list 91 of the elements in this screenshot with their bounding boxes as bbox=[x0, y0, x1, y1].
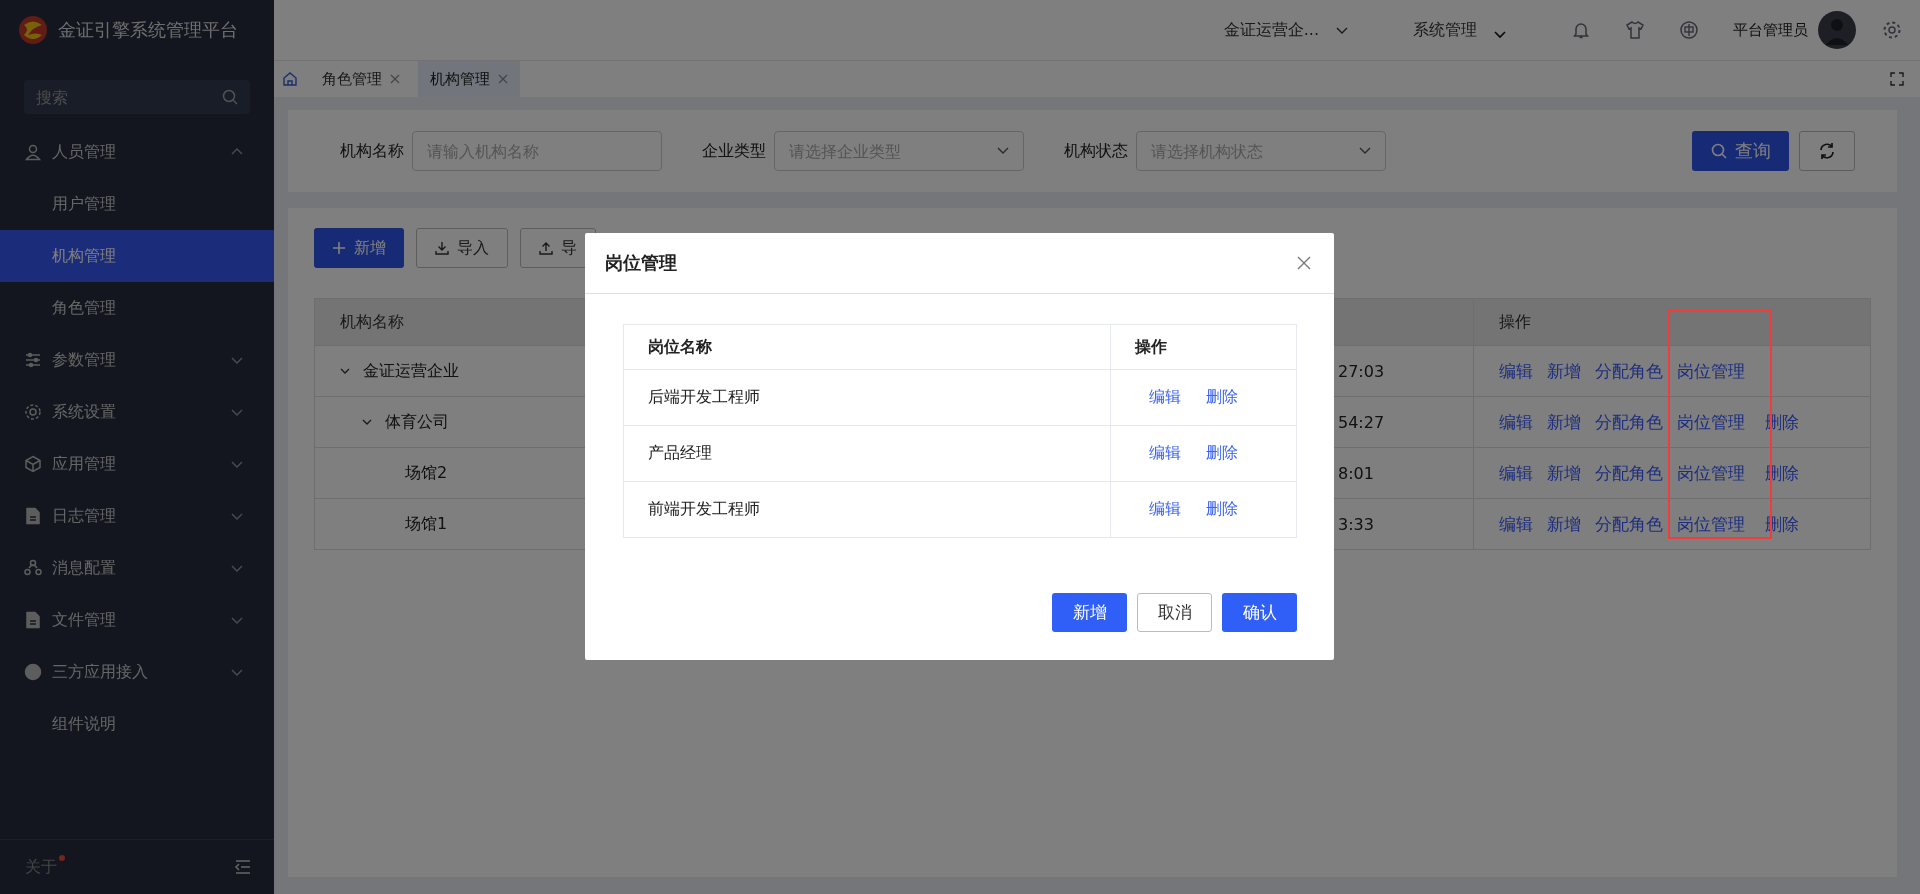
submenu-item[interactable]: 角色管理 bbox=[0, 282, 274, 334]
column-header: 岗位名称 bbox=[624, 325, 1110, 370]
submenu-item[interactable]: 机构管理 bbox=[0, 230, 274, 282]
column-header: 操作 bbox=[1110, 325, 1296, 370]
action-link[interactable]: 删除 bbox=[1206, 499, 1238, 520]
menu-item[interactable]: 应用管理 bbox=[0, 438, 274, 490]
table-cell: 场馆2 bbox=[405, 462, 448, 484]
action-link[interactable]: 编辑 bbox=[1499, 512, 1533, 536]
menu-icon bbox=[24, 455, 42, 473]
menu-item[interactable]: 文件管理 bbox=[0, 594, 274, 646]
action-link[interactable]: 分配角色 bbox=[1595, 410, 1663, 434]
search-icon bbox=[1710, 143, 1727, 159]
action-link[interactable]: 岗位管理 bbox=[1677, 461, 1745, 485]
menu-item[interactable]: 人员管理 bbox=[0, 126, 274, 178]
home-icon[interactable] bbox=[282, 71, 298, 87]
action-link[interactable]: 新增 bbox=[1547, 461, 1581, 485]
plus-icon bbox=[332, 241, 346, 255]
settings-icon[interactable] bbox=[1882, 20, 1902, 40]
filter-label: 机构名称 bbox=[340, 140, 404, 162]
search-icon bbox=[222, 89, 238, 105]
table-cell: 54:27 bbox=[1338, 412, 1385, 432]
refresh-button[interactable] bbox=[1799, 131, 1855, 171]
refresh-icon bbox=[1818, 142, 1836, 160]
action-link[interactable]: 新增 bbox=[1547, 359, 1581, 383]
import-button[interactable]: 导入 bbox=[416, 228, 508, 268]
menu-item[interactable]: 参数管理 bbox=[0, 334, 274, 386]
language-icon[interactable] bbox=[1679, 20, 1699, 40]
menu-icon bbox=[24, 143, 42, 161]
action-link[interactable]: 岗位管理 bbox=[1677, 410, 1745, 434]
column-header: 操作 bbox=[1473, 299, 1870, 346]
table-cell: 后端开发工程师 bbox=[648, 387, 760, 408]
avatar[interactable] bbox=[1818, 11, 1856, 49]
org-dropdown[interactable]: 金证运营企... bbox=[1223, 19, 1349, 41]
close-icon[interactable] bbox=[498, 74, 508, 84]
menu-item[interactable]: 日志管理 bbox=[0, 490, 274, 542]
close-icon[interactable] bbox=[1296, 255, 1312, 271]
dialog-button[interactable]: 确认 bbox=[1222, 593, 1297, 632]
action-link[interactable]: 岗位管理 bbox=[1677, 359, 1745, 383]
action-link[interactable]: 编辑 bbox=[1499, 461, 1533, 485]
action-link[interactable]: 编辑 bbox=[1149, 387, 1181, 408]
search-button[interactable]: 查询 bbox=[1692, 131, 1789, 171]
action-link[interactable]: 新增 bbox=[1547, 512, 1581, 536]
action-link[interactable]: 编辑 bbox=[1499, 410, 1533, 434]
menu-item[interactable]: 三方应用接入 bbox=[0, 646, 274, 698]
collapse-icon[interactable] bbox=[234, 858, 252, 876]
table-cell: 8:01 bbox=[1338, 463, 1374, 483]
table-cell: 场馆1 bbox=[405, 513, 448, 535]
table-cell: 前端开发工程师 bbox=[648, 499, 760, 520]
system-dropdown[interactable]: 系统管理 bbox=[1413, 19, 1507, 41]
menu-item[interactable]: 消息配置 bbox=[0, 542, 274, 594]
upload-icon bbox=[539, 241, 553, 255]
action-link[interactable]: 编辑 bbox=[1149, 499, 1181, 520]
action-link[interactable]: 分配角色 bbox=[1595, 359, 1663, 383]
menu-item[interactable]: 组件说明 bbox=[0, 698, 274, 750]
action-link[interactable]: 删除 bbox=[1206, 443, 1238, 464]
menu-item[interactable]: 系统设置 bbox=[0, 386, 274, 438]
filter-label: 机构状态 bbox=[1064, 140, 1128, 162]
action-link[interactable]: 删除 bbox=[1206, 387, 1238, 408]
logo-icon bbox=[18, 15, 48, 45]
menu-icon bbox=[24, 507, 42, 525]
table-cell: 3:33 bbox=[1338, 514, 1374, 534]
dialog-button[interactable]: 取消 bbox=[1137, 593, 1212, 632]
menu-icon bbox=[24, 351, 42, 369]
app-title: 金证引擎系统管理平台 bbox=[58, 18, 238, 42]
fullscreen-icon[interactable] bbox=[1890, 72, 1904, 86]
table-cell: 体育公司 bbox=[385, 411, 449, 433]
menu-icon bbox=[24, 403, 42, 421]
dialog-title: 岗位管理 bbox=[605, 251, 677, 275]
filter-label: 企业类型 bbox=[702, 140, 766, 162]
menu-icon bbox=[24, 663, 42, 681]
table-cell: 金证运营企业 bbox=[363, 360, 459, 382]
table-cell: 27:03 bbox=[1338, 361, 1385, 381]
shirt-icon[interactable] bbox=[1625, 20, 1645, 40]
tab[interactable]: 机构管理 bbox=[418, 61, 520, 97]
action-link[interactable]: 岗位管理 bbox=[1677, 512, 1745, 536]
table-cell: 产品经理 bbox=[648, 443, 712, 464]
menu-icon bbox=[24, 611, 42, 629]
tab[interactable]: 角色管理 bbox=[310, 61, 412, 97]
action-link[interactable]: 分配角色 bbox=[1595, 461, 1663, 485]
action-link[interactable]: 编辑 bbox=[1149, 443, 1181, 464]
bell-icon[interactable] bbox=[1571, 20, 1591, 40]
download-icon bbox=[435, 241, 449, 255]
action-link[interactable]: 编辑 bbox=[1499, 359, 1533, 383]
dialog-button[interactable]: 新增 bbox=[1052, 593, 1127, 632]
action-link[interactable]: 分配角色 bbox=[1595, 512, 1663, 536]
action-link[interactable]: 新增 bbox=[1547, 410, 1581, 434]
menu-icon bbox=[24, 559, 42, 577]
user-name[interactable]: 平台管理员 bbox=[1733, 20, 1808, 40]
add-button[interactable]: 新增 bbox=[314, 228, 404, 268]
submenu-item[interactable]: 用户管理 bbox=[0, 178, 274, 230]
close-icon[interactable] bbox=[390, 74, 400, 84]
